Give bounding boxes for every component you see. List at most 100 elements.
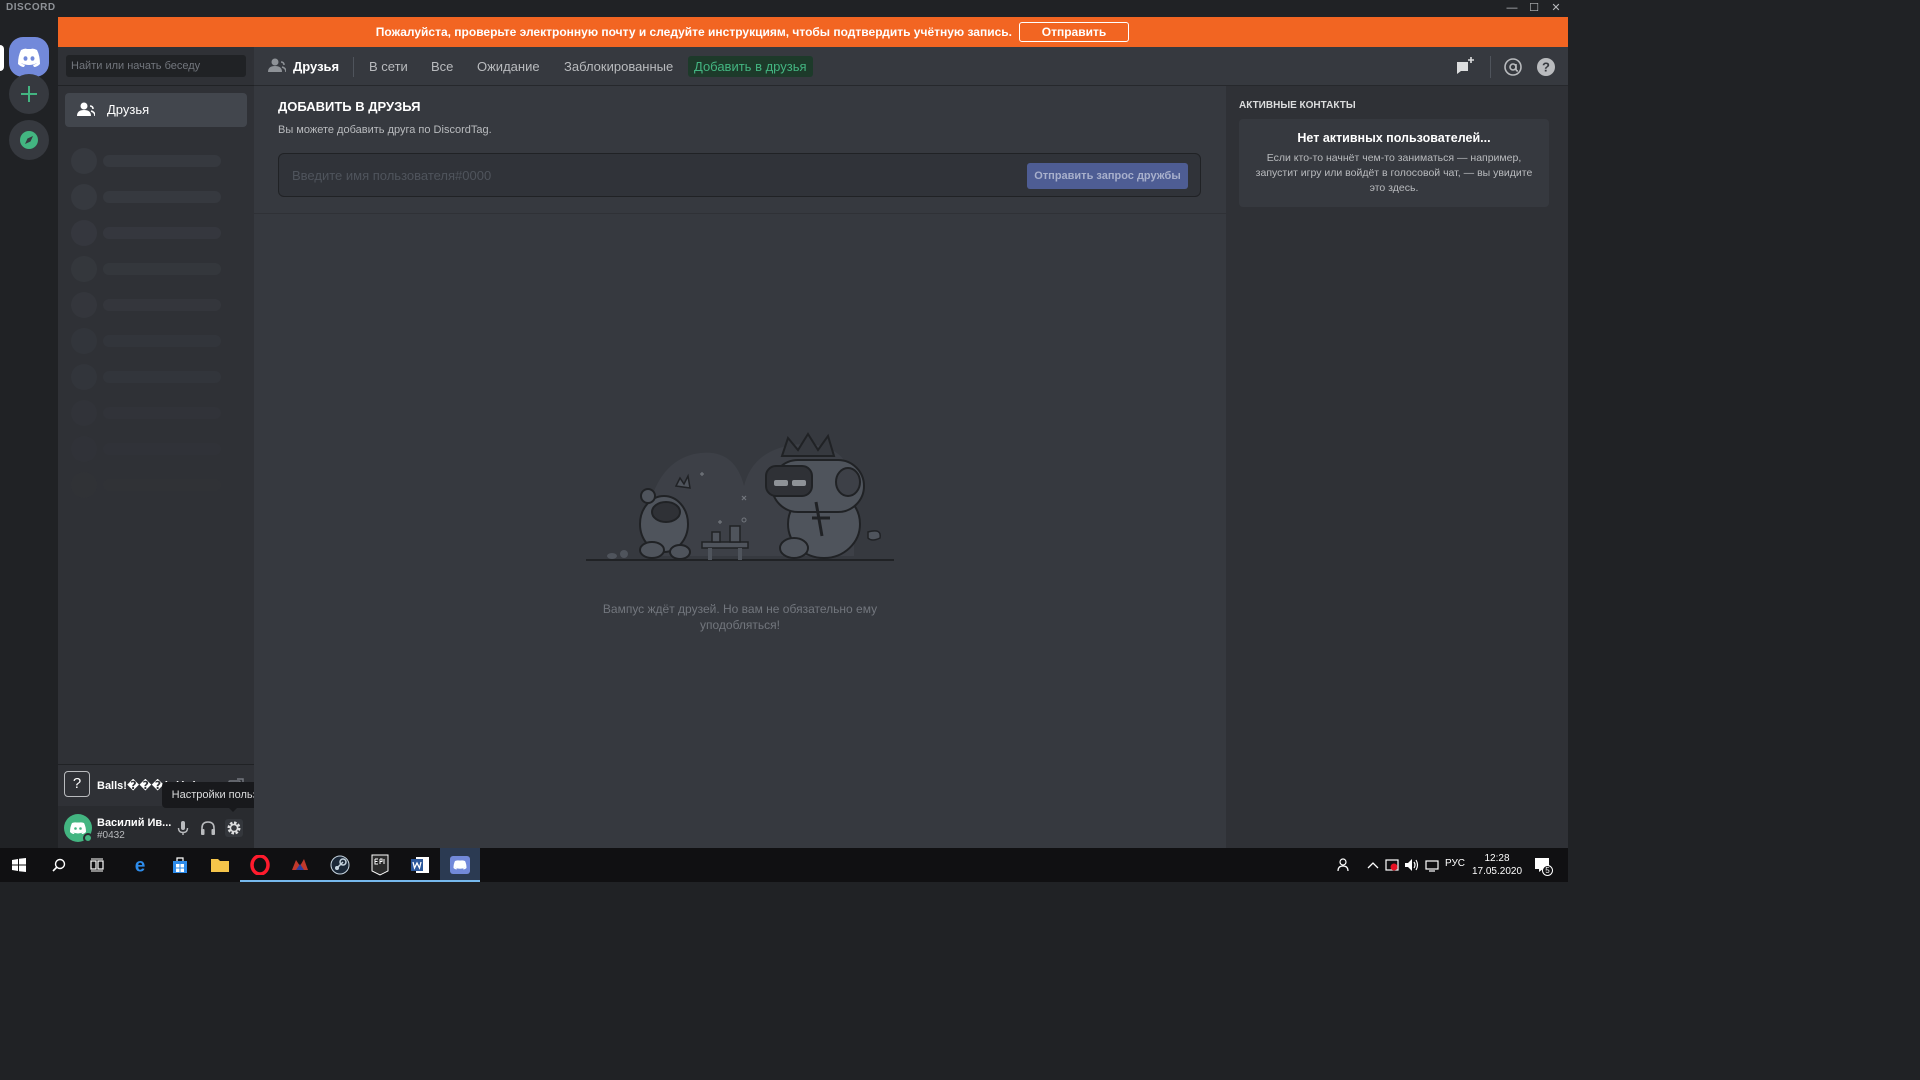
page-title: ДОБАВИТЬ В ДРУЗЬЯ: [278, 99, 421, 114]
help-icon[interactable]: ?: [1536, 57, 1556, 77]
add-server-button[interactable]: [9, 74, 49, 114]
close-button[interactable]: ✕: [1544, 0, 1568, 17]
windows-taskbar: e РУС 12:28 17.05.2020 5: [0, 848, 1568, 882]
username: Василий Ив...: [97, 817, 172, 829]
mentions-icon[interactable]: [1503, 57, 1523, 77]
home-button[interactable]: [9, 37, 49, 77]
taskbar-game[interactable]: [280, 848, 320, 882]
user-panel: Василий Ив... #0432: [58, 806, 254, 848]
clock-time: 12:28: [1484, 853, 1510, 864]
loading-placeholder-avatar: [71, 436, 97, 462]
minimize-button[interactable]: —: [1500, 0, 1524, 17]
app-logo: DISCORD: [6, 2, 56, 13]
active-contacts-title: АКТИВНЫЕ КОНТАКТЫ: [1239, 100, 1356, 111]
notification-count-badge: 5: [1542, 865, 1553, 876]
friends-icon: [268, 58, 286, 73]
taskbar-active-indicator: [320, 880, 360, 882]
tab-add-friend[interactable]: Добавить в друзья: [688, 56, 813, 77]
network-icon[interactable]: [1425, 858, 1439, 872]
loading-placeholder-avatar: [71, 256, 97, 282]
empty-state-text: Вампус ждёт друзей. Но вам не обязательн…: [602, 602, 878, 632]
loading-placeholder-avatar: [71, 328, 97, 354]
send-friend-request-button[interactable]: Отправить запрос дружбы: [1027, 163, 1188, 189]
server-list: [0, 17, 58, 848]
tab-pending[interactable]: Ожидание: [471, 56, 546, 77]
add-friend-form: Отправить запрос дружбы: [278, 153, 1201, 197]
people-icon[interactable]: [1337, 858, 1351, 872]
loading-placeholder-avatar: [71, 220, 97, 246]
verify-email-banner: Пожалуйста, проверьте электронную почту …: [58, 17, 1568, 57]
loading-placeholder-bar: [103, 299, 221, 311]
folder-icon: [211, 859, 229, 872]
loading-placeholder-avatar: [71, 292, 97, 318]
taskbar-discord[interactable]: [440, 848, 480, 882]
taskbar-explorer[interactable]: [200, 848, 240, 882]
loading-placeholder-bar: [103, 407, 221, 419]
windows-start-icon[interactable]: [12, 858, 26, 872]
tab-blocked[interactable]: Заблокированные: [558, 56, 679, 77]
maximize-button[interactable]: ☐: [1522, 0, 1546, 17]
add-friend-section: ДОБАВИТЬ В ДРУЗЬЯ Вы можете добавить дру…: [254, 86, 1226, 848]
private-channels-sidebar: Найти или начать беседу Друзья: [58, 47, 254, 848]
taskbar-epic-games[interactable]: [360, 848, 400, 882]
search-icon[interactable]: [52, 858, 66, 872]
edge-icon: e: [135, 856, 146, 874]
system-clock[interactable]: 12:28 17.05.2020: [1470, 852, 1524, 878]
sidebar-item-friends[interactable]: Друзья: [65, 93, 247, 127]
volume-icon[interactable]: [1404, 858, 1420, 872]
microphone-icon[interactable]: [174, 819, 192, 837]
loading-placeholder-bar: [103, 371, 221, 383]
gear-icon[interactable]: [225, 819, 243, 837]
banner-text: Пожалуйста, проверьте электронную почту …: [375, 25, 1012, 39]
taskbar-active-indicator: [360, 880, 400, 882]
taskbar-active-indicator: [240, 880, 280, 882]
plus-icon: [21, 86, 37, 102]
unknown-game-icon: ?: [64, 771, 90, 797]
active-empty-description: Если кто-то начнёт чем-то заниматься — н…: [1255, 152, 1533, 194]
input-language[interactable]: РУС: [1445, 858, 1465, 869]
word-icon: [411, 857, 429, 873]
task-view-icon[interactable]: [90, 858, 104, 872]
tooltip-arrow: [228, 807, 238, 812]
loading-placeholder-bar: [103, 155, 221, 167]
game-icon: [292, 859, 308, 870]
clock-date: 17.05.2020: [1471, 866, 1523, 877]
active-contacts-empty-card: Нет активных пользователей... Если кто-т…: [1239, 119, 1549, 207]
user-discriminator: #0432: [97, 830, 125, 841]
taskbar-edge[interactable]: e: [120, 848, 160, 882]
compass-icon: [20, 131, 38, 149]
loading-placeholder-avatar: [71, 148, 97, 174]
username-input[interactable]: [292, 154, 992, 196]
loading-placeholder-avatar: [71, 364, 97, 390]
new-group-dm-icon[interactable]: [1455, 56, 1475, 76]
taskbar-word[interactable]: [400, 848, 440, 882]
tab-friends: Друзья: [293, 59, 340, 74]
svg-text:?: ?: [1542, 60, 1550, 75]
taskbar-opera[interactable]: [240, 848, 280, 882]
divider: [254, 213, 1226, 214]
loading-placeholder-bar: [103, 263, 221, 275]
resend-email-button[interactable]: Отправить заново: [1019, 22, 1129, 57]
headphones-icon[interactable]: [199, 819, 217, 837]
security-tray-icon[interactable]: [1385, 858, 1399, 872]
title-bar: DISCORD — ☐ ✕: [0, 0, 1568, 17]
chevron-up-icon[interactable]: [1367, 860, 1379, 870]
tab-online[interactable]: В сети: [363, 56, 414, 77]
loading-placeholder-avatar: [71, 184, 97, 210]
loading-placeholder-bar: [103, 443, 221, 455]
taskbar-store[interactable]: [160, 848, 200, 882]
explore-servers-button[interactable]: [9, 120, 49, 160]
search-input[interactable]: Найти или начать беседу: [66, 55, 246, 77]
store-icon: [173, 857, 187, 873]
add-friend-description: Вы можете добавить друга по DiscordTag.: [278, 124, 492, 136]
taskbar-active-indicator: [440, 880, 480, 882]
loading-placeholder-avatar: [71, 400, 97, 426]
active-empty-title: Нет активных пользователей...: [1297, 131, 1491, 145]
steam-icon: [330, 855, 350, 875]
opera-icon: [250, 855, 270, 875]
epic-games-icon: [371, 854, 389, 876]
taskbar-steam[interactable]: [320, 848, 360, 882]
active-contacts-panel: АКТИВНЫЕ КОНТАКТЫ Нет активных пользоват…: [1226, 86, 1568, 848]
home-selected-pill: [0, 45, 4, 71]
tab-all[interactable]: Все: [425, 56, 459, 77]
